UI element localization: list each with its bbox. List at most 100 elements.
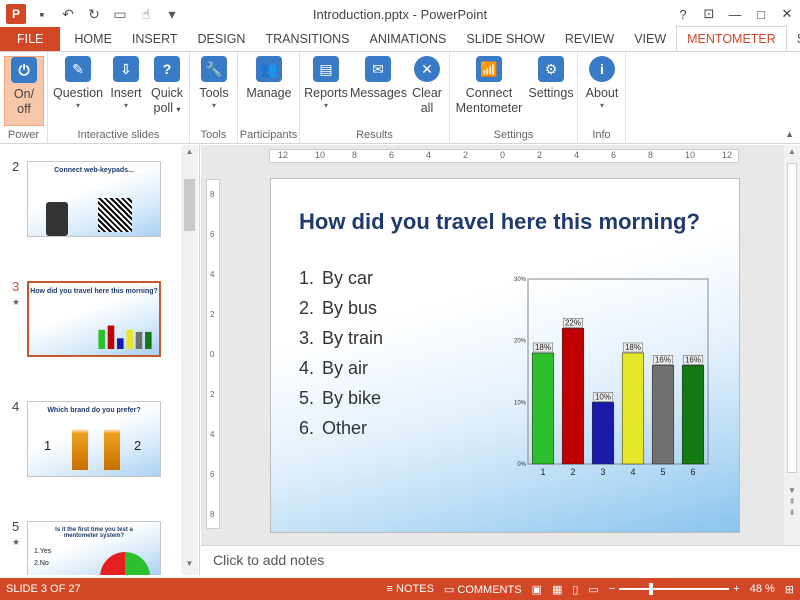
- ruler-label: 4: [210, 270, 215, 279]
- settings-button[interactable]: ⚙ Settings: [526, 56, 576, 101]
- quick-poll-label: Quick: [151, 86, 183, 100]
- wrench-icon: 🔧: [201, 56, 227, 82]
- slide-thumbnail-pane: 2 Connect web-keypads... 3 ★ How did you…: [0, 145, 200, 575]
- customize-qat-icon[interactable]: ▾: [162, 6, 182, 23]
- connect-mentometer-button[interactable]: 📶 Connect Mentometer: [452, 56, 526, 116]
- mini-bar: [145, 331, 152, 349]
- clear-all-button[interactable]: ✕ Clear all: [408, 56, 446, 116]
- tab-slide-show[interactable]: SLIDE SHOW: [456, 27, 555, 51]
- slide-thumbnail-2[interactable]: Connect web-keypads...: [27, 161, 161, 237]
- quick-poll-button[interactable]: ? Quick poll ▾: [148, 56, 186, 117]
- collapse-ribbon-icon[interactable]: ▲: [785, 129, 794, 139]
- y-tick-label: 20%: [514, 339, 527, 345]
- zoom-level[interactable]: 48 %: [750, 583, 775, 595]
- tab-insert[interactable]: INSERT: [122, 27, 188, 51]
- zoom-slider-knob[interactable]: [649, 583, 654, 595]
- question-button[interactable]: ✎ Question ▾: [52, 56, 104, 110]
- settings-label: Settings: [528, 86, 574, 100]
- slide-thumbnail-4[interactable]: Which brand do you prefer? 1 2: [27, 401, 161, 477]
- insert-label: Insert: [110, 86, 142, 100]
- tab-file[interactable]: FILE: [0, 27, 61, 51]
- reports-button[interactable]: ▤ Reports ▾: [302, 56, 350, 110]
- chevron-down-icon: ▾: [599, 101, 604, 110]
- maximize-icon[interactable]: □: [748, 0, 774, 28]
- prev-next-slide-icons[interactable]: ▼ ⇞ ⇟: [784, 485, 800, 518]
- animation-star-icon: ★: [12, 297, 21, 307]
- minimize-icon[interactable]: —: [722, 0, 748, 28]
- thumb-number: 5: [12, 519, 20, 534]
- scroll-down-icon[interactable]: ▼: [181, 559, 198, 573]
- data-label: 16%: [655, 355, 671, 364]
- tools-button[interactable]: 🔧 Tools ▾: [194, 56, 234, 110]
- slide-title[interactable]: How did you travel here this morning?: [299, 209, 700, 235]
- about-button[interactable]: i About ▾: [582, 56, 622, 110]
- group-label-settings: Settings: [493, 129, 534, 141]
- zoom-in-icon[interactable]: +: [733, 583, 739, 595]
- data-label: 18%: [535, 343, 551, 352]
- help-icon[interactable]: ?: [670, 0, 696, 28]
- manage-button[interactable]: 👥 Manage: [242, 56, 296, 101]
- slide-thumbnail-3[interactable]: How did you travel here this morning?: [27, 281, 161, 357]
- slide-thumbnail-5[interactable]: Is it the first time you test a mentomet…: [27, 521, 161, 575]
- close-icon[interactable]: ✕: [774, 0, 800, 28]
- touch-mode-icon[interactable]: ☝: [136, 6, 156, 23]
- ruler-label: 6: [611, 150, 617, 160]
- ruler-label: 10: [315, 150, 326, 160]
- messages-button[interactable]: ✉ Messages: [350, 56, 407, 101]
- zoom-out-icon[interactable]: −: [609, 583, 615, 595]
- mini-bar: [117, 338, 124, 349]
- slide-sorter-icon[interactable]: ▦: [552, 583, 562, 596]
- phone-image: [46, 202, 68, 236]
- reading-view-icon[interactable]: ▯: [572, 583, 578, 596]
- results-bar-chart[interactable]: 0% 10% 20% 30% 18% 1 22% 2 10% 3 18% 4 16% 5 16% 6: [506, 271, 721, 486]
- group-label-interactive-slides: Interactive slides: [77, 129, 160, 141]
- tab-more[interactable]: Si: [787, 27, 800, 51]
- zoom-slider[interactable]: − +: [609, 583, 740, 595]
- quick-poll-icon: ?: [154, 56, 180, 82]
- y-tick-label: 0%: [517, 462, 526, 468]
- insert-button[interactable]: ⇩ Insert ▾: [106, 56, 146, 110]
- notes-button[interactable]: ≡ NOTES: [387, 583, 434, 595]
- tab-design[interactable]: DESIGN: [188, 27, 256, 51]
- tab-view[interactable]: VIEW: [624, 27, 676, 51]
- mini-bar: [135, 331, 143, 349]
- notes-pane[interactable]: Click to add notes: [201, 545, 800, 575]
- scrollbar-thumb[interactable]: [184, 179, 195, 231]
- slideshow-icon[interactable]: ▭: [110, 6, 130, 23]
- comments-button[interactable]: ▭ COMMENTS: [444, 583, 522, 596]
- quick-poll-label-2: poll: [153, 101, 173, 115]
- thumbnail-scrollbar[interactable]: ▲ ▼: [181, 145, 198, 575]
- ruler-label: 4: [574, 150, 580, 160]
- scrollbar-thumb[interactable]: [787, 163, 797, 473]
- tab-transitions[interactable]: TRANSITIONS: [255, 27, 359, 51]
- answer-option: 4. By air: [299, 358, 369, 378]
- undo-icon[interactable]: ↶: [58, 6, 78, 23]
- scroll-up-icon[interactable]: ▲: [784, 147, 800, 156]
- ruler-label: 2: [463, 150, 469, 160]
- group-results: ▤ Reports ▾ ✉ Messages ✕ Clear all Resul…: [300, 52, 450, 144]
- normal-view-icon[interactable]: ▣: [532, 583, 542, 596]
- thumb-option-no: 2.No: [34, 560, 49, 567]
- slide-canvas[interactable]: How did you travel here this morning? 1.…: [270, 178, 740, 533]
- tab-mentometer[interactable]: MENTOMETER: [676, 26, 787, 51]
- slide-counter: SLIDE 3 OF 27: [6, 583, 81, 595]
- tab-review[interactable]: REVIEW: [555, 27, 624, 51]
- fit-slide-icon[interactable]: ⊞: [785, 583, 794, 596]
- ribbon-display-icon[interactable]: ⊡: [696, 0, 722, 28]
- on-off-button[interactable]: ⏻ On/ off: [4, 56, 44, 126]
- chevron-down-icon: ▾: [176, 105, 181, 114]
- tab-animations[interactable]: ANIMATIONS: [360, 27, 457, 51]
- messages-icon: ✉: [365, 56, 391, 82]
- scroll-up-icon[interactable]: ▲: [181, 147, 198, 161]
- slideshow-view-icon[interactable]: ▭: [588, 583, 598, 596]
- editor-scrollbar[interactable]: ▲ ▼ ⇞ ⇟: [784, 145, 800, 545]
- answer-options-list[interactable]: 1. By car 2. By bus 3. By train 4. By air 5.…: [299, 263, 383, 443]
- ruler-label: 2: [210, 310, 215, 319]
- reports-label: Reports: [304, 86, 348, 100]
- redo-icon[interactable]: ↻: [84, 6, 104, 23]
- tab-home[interactable]: HOME: [64, 27, 122, 51]
- on-off-label: On/: [13, 87, 35, 101]
- save-icon[interactable]: ▪: [32, 6, 52, 22]
- thumb-option-2: 2: [134, 438, 142, 453]
- vertical-ruler: 8 6 4 2 0 2 4 6 8: [206, 179, 220, 529]
